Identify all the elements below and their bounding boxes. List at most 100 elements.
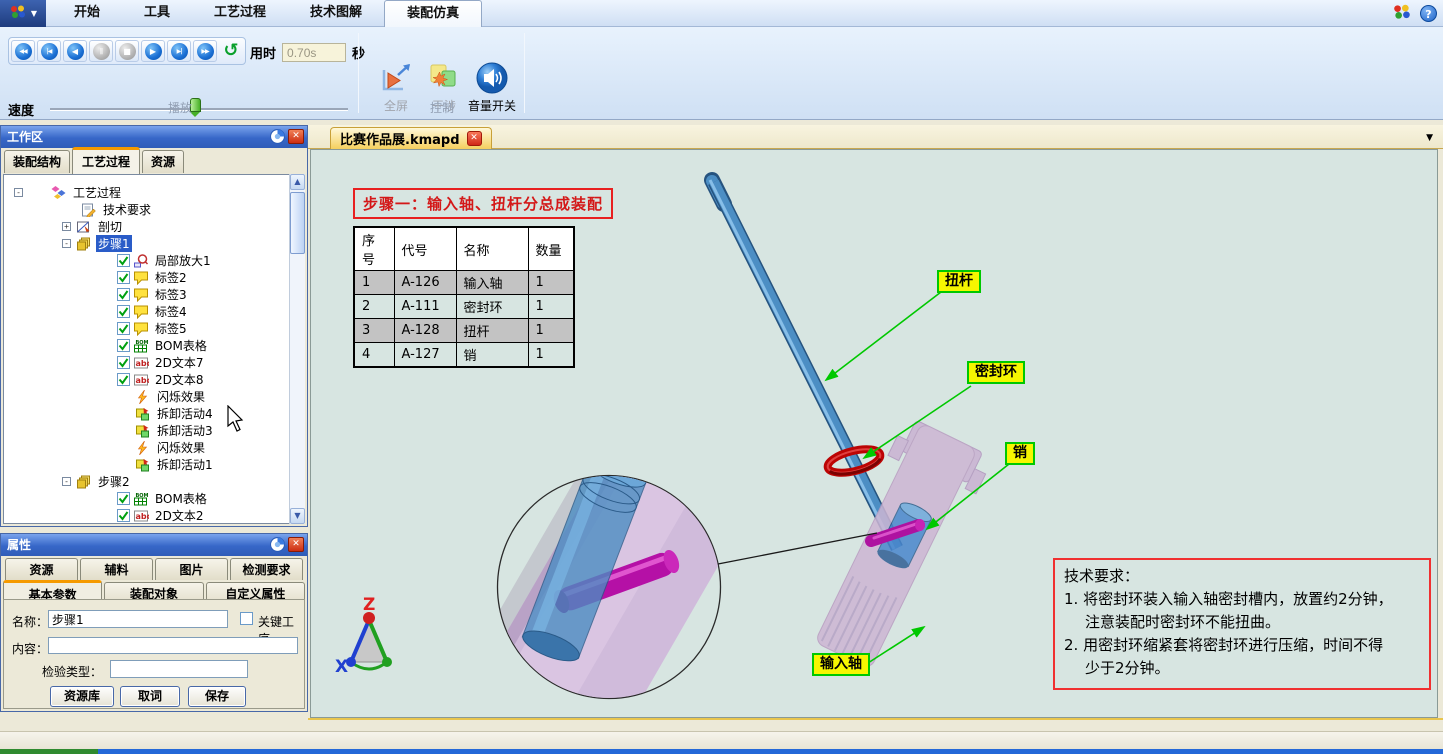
pick-word-button[interactable]: 取词 [120, 686, 180, 707]
tree-item[interactable]: 标签5 [4, 320, 304, 337]
tree-item-label[interactable]: 工艺过程 [71, 184, 123, 201]
tree-item[interactable]: + 剖切 [4, 218, 304, 235]
check-type-field[interactable] [110, 660, 248, 678]
checked-checkbox[interactable] [117, 339, 130, 352]
tree-item[interactable]: BOMBOM表格 [4, 490, 304, 507]
duration-input[interactable] [282, 43, 346, 62]
tree-item-label[interactable]: 标签4 [153, 303, 189, 320]
fast-forward-button[interactable]: ▶▶ [193, 40, 217, 62]
tree-item[interactable]: - 步骤1 [4, 235, 304, 252]
tree-item[interactable]: 标签4 [4, 303, 304, 320]
properties-tab-3[interactable]: 检测要求 [230, 558, 303, 580]
bom-header: 序号 [354, 227, 394, 271]
speed-label: 速度 [8, 100, 34, 119]
play-button[interactable]: ▶ [141, 40, 165, 62]
checked-checkbox[interactable] [117, 509, 130, 522]
tree-item-label[interactable]: 局部放大1 [153, 252, 213, 269]
stop-button[interactable]: ■ [115, 40, 139, 62]
skip-end-button[interactable]: ▶| [167, 40, 191, 62]
checked-checkbox[interactable] [117, 492, 130, 505]
tree-item-label[interactable]: 拆卸活动1 [155, 456, 215, 473]
checked-checkbox[interactable] [117, 322, 130, 335]
scrollbar-thumb[interactable] [290, 192, 305, 254]
close-icon[interactable]: ✕ [467, 131, 482, 146]
tree-item[interactable]: 标签2 [4, 269, 304, 286]
tree-item-label[interactable]: 标签2 [153, 269, 189, 286]
tree-item-label[interactable]: BOM表格 [153, 337, 209, 354]
menu-tab-2[interactable]: 工艺过程 [192, 0, 288, 27]
collapse-icon[interactable]: - [14, 188, 23, 197]
fast-rewind-button[interactable]: ◀◀ [11, 40, 35, 62]
tree-item-label[interactable]: 闪烁效果 [155, 388, 207, 405]
tree-item-label[interactable]: 标签3 [153, 286, 189, 303]
tree-item-label[interactable]: 闪烁效果 [155, 439, 207, 456]
content-field[interactable] [48, 637, 298, 654]
workspace-tab-2[interactable]: 资源 [142, 150, 184, 173]
checked-checkbox[interactable] [117, 288, 130, 301]
scroll-up-icon[interactable]: ▲ [290, 174, 305, 190]
checked-checkbox[interactable] [117, 254, 130, 267]
close-icon[interactable]: ✕ [288, 537, 304, 552]
pin-swirl-icon[interactable] [270, 537, 285, 559]
tree-item-label[interactable]: 2D文本2 [153, 507, 206, 524]
tree-item[interactable]: abc2D文本2 [4, 507, 304, 524]
document-tab[interactable]: 比赛作品展.kmapd ✕ [330, 127, 492, 149]
checked-checkbox[interactable] [117, 356, 130, 369]
tree-item-label[interactable]: 2D文本7 [153, 354, 206, 371]
menu-tab-1[interactable]: 工具 [122, 0, 192, 27]
tree-scrollbar[interactable]: ▲ ▼ [289, 174, 305, 524]
tree-item[interactable]: BOMBOM表格 [4, 337, 304, 354]
tree-item-label[interactable]: 标签5 [153, 320, 189, 337]
properties-tab-2[interactable]: 图片 [155, 558, 228, 580]
app-menu-button[interactable]: ▼ [0, 0, 46, 27]
menu-tab-0[interactable]: 开始 [52, 0, 122, 27]
tree-item-label[interactable]: 步骤1 [96, 235, 132, 252]
scroll-down-icon[interactable]: ▼ [290, 508, 305, 524]
tree-item-label[interactable]: 拆卸活动4 [155, 405, 215, 422]
key-process-checkbox[interactable] [240, 612, 253, 625]
pin-swirl-icon[interactable] [270, 129, 285, 151]
collapse-icon[interactable]: - [62, 239, 71, 248]
help-icon[interactable]: ? [1420, 5, 1437, 22]
name-field[interactable] [48, 610, 228, 628]
tree-item[interactable]: 拆卸活动3 [4, 422, 304, 439]
pause-button[interactable]: || [89, 40, 113, 62]
tree-item-label[interactable]: 剖切 [96, 218, 124, 235]
tree-item[interactable]: 标签3 [4, 286, 304, 303]
tree-item[interactable]: abc2D文本7 [4, 354, 304, 371]
workspace-tab-0[interactable]: 装配结构 [4, 150, 70, 173]
tree-item[interactable]: - 工艺过程 [4, 184, 304, 201]
replay-button[interactable]: ↺ [219, 40, 243, 62]
menu-tab-4[interactable]: 装配仿真 [384, 0, 482, 27]
tree-item[interactable]: - 步骤2 [4, 473, 304, 490]
collapse-icon[interactable]: - [62, 477, 71, 486]
tree-item[interactable]: 拆卸活动4 [4, 405, 304, 422]
tree-item-label[interactable]: 2D文本8 [153, 371, 206, 388]
tree-item[interactable]: 拆卸活动1 [4, 456, 304, 473]
tree-item[interactable]: 闪烁效果 [4, 439, 304, 456]
properties-tab-0[interactable]: 资源 [5, 558, 78, 580]
3d-viewport[interactable]: Z X 步骤一：输入轴、扭杆分总成装配 序号代号名称数量1A-126输入轴12A… [310, 149, 1438, 718]
tree-item-label[interactable]: 拆卸活动3 [155, 422, 215, 439]
menu-tab-3[interactable]: 技术图解 [288, 0, 384, 27]
checked-checkbox[interactable] [117, 271, 130, 284]
tree-item[interactable]: abc2D文本8 [4, 371, 304, 388]
step-back-button[interactable]: ◀ [63, 40, 87, 62]
tree-item-label[interactable]: 技术要求 [101, 201, 153, 218]
expand-icon[interactable]: + [62, 222, 71, 231]
save-button[interactable]: 保存 [188, 686, 246, 707]
skip-start-button[interactable]: |◀ [37, 40, 61, 62]
tree-item[interactable]: 技术要求 [4, 201, 304, 218]
checked-checkbox[interactable] [117, 305, 130, 318]
tab-list-dropdown-icon[interactable]: ▼ [1426, 133, 1433, 143]
workspace-tab-1[interactable]: 工艺过程 [72, 147, 140, 174]
resource-library-button[interactable]: 资源库 [50, 686, 114, 707]
tree-item[interactable]: 局部放大1 [4, 252, 304, 269]
tree-item[interactable]: 闪烁效果 [4, 388, 304, 405]
checked-checkbox[interactable] [117, 373, 130, 386]
tree-item-label[interactable]: 步骤2 [96, 473, 132, 490]
properties-tab-1[interactable]: 辅料 [80, 558, 153, 580]
tree-item-label[interactable]: BOM表格 [153, 490, 209, 507]
close-icon[interactable]: ✕ [288, 129, 304, 144]
status-bar [0, 731, 1443, 754]
